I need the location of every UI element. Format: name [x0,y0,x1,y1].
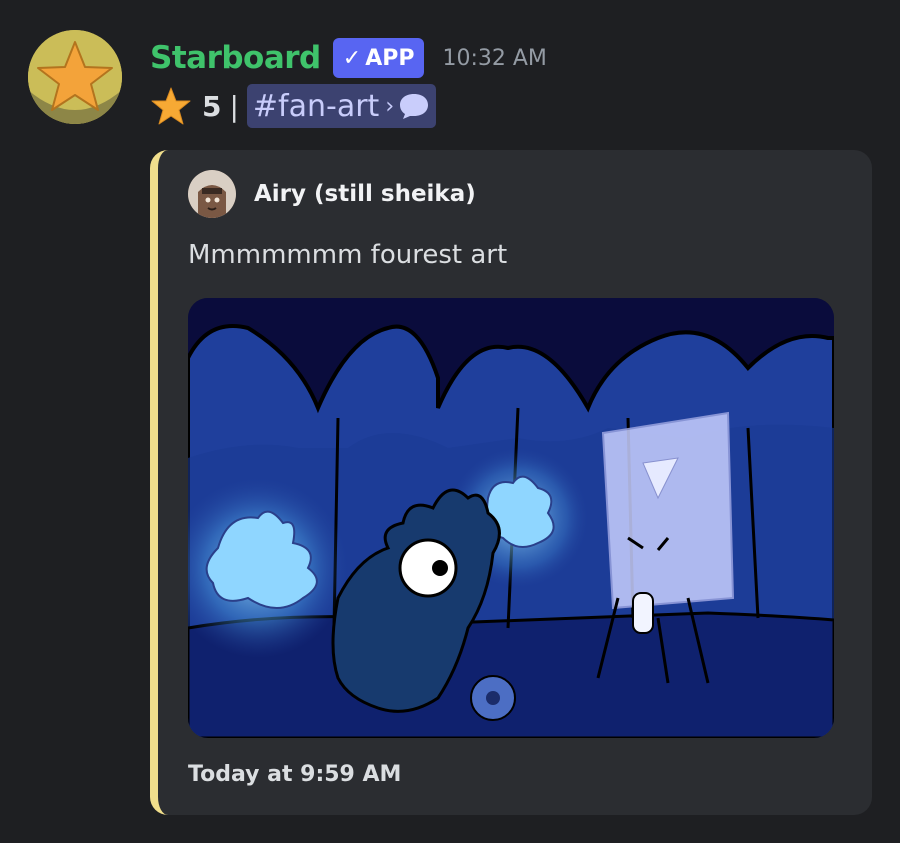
message-timestamp[interactable]: 10:32 AM [442,46,546,71]
separator: | [229,89,239,123]
verified-check-icon: ✓ [342,45,362,71]
star-count: 5 [202,89,222,123]
embed-author-name: Airy (still sheika) [254,181,476,207]
star-icon [151,87,191,125]
user-avatar-icon [188,170,236,218]
message-embed: Airy (still sheika) Mmmmmmm fourest art [150,150,872,815]
message-header: Starboard ✓ APP 10:32 AM [150,36,547,80]
star-avatar-icon [28,30,122,124]
embed-footer-timestamp: Today at 9:59 AM [188,762,402,787]
embed-description: Mmmmmmm fourest art [188,240,508,270]
channel-mention[interactable]: #fan-art › [246,84,437,128]
embed-image[interactable] [188,298,834,738]
channel-mention-label: #fan-art [252,88,380,124]
embed-author[interactable]: Airy (still sheika) [188,170,476,218]
chevron-right-icon: › [385,93,395,119]
app-badge: ✓ APP [332,38,425,78]
author-username[interactable]: Starboard [150,40,321,76]
bot-avatar[interactable] [28,30,122,124]
fan-art-image [188,298,834,738]
message-content: 5 | #fan-art › [150,84,437,128]
app-badge-label: APP [365,45,415,71]
author-avatar[interactable] [188,170,236,218]
speech-bubble-icon [400,94,429,119]
